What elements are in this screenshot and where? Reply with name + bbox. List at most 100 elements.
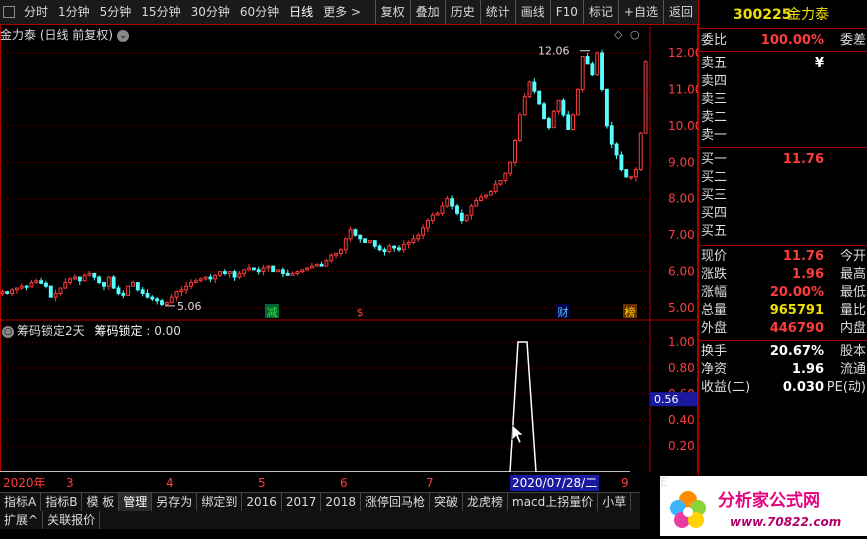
indicator-tick-label: 1.00 <box>668 335 695 349</box>
candle-body <box>643 61 648 134</box>
period-3[interactable]: 15分钟 <box>136 0 185 24</box>
period-7[interactable]: 更多 > <box>318 0 366 24</box>
formula-tab-4[interactable]: 另存为 <box>152 493 198 511</box>
candle-body <box>585 56 590 65</box>
quote-row-1: 涨跌 1.96 最高 <box>701 267 866 282</box>
candle-body <box>367 240 372 243</box>
indicator-tick-label: 0.80 <box>668 361 695 375</box>
candle-body <box>561 99 566 116</box>
candle-body <box>324 260 329 267</box>
formula-tab-6[interactable]: 2016 <box>242 493 282 511</box>
toolbar-action-6[interactable]: 标记 <box>582 0 618 24</box>
candle-body <box>193 280 198 284</box>
candle-body <box>39 280 44 284</box>
candle-body <box>556 99 561 112</box>
sell-row-4: 卖一 <box>701 128 728 143</box>
candle-body <box>430 214 435 222</box>
date-label-4: 6 <box>340 476 348 490</box>
toolbar-action-5[interactable]: F10 <box>549 0 583 24</box>
candle-body <box>19 285 24 289</box>
candle-body <box>314 263 319 267</box>
candle-body <box>77 276 82 282</box>
candle-body <box>363 238 368 243</box>
buy-row-2: 买三 <box>701 188 728 203</box>
axis-right-tag: E <box>660 475 668 489</box>
candle-body <box>498 180 503 185</box>
candle-body <box>92 272 97 278</box>
formula-tab-10[interactable]: 突破 <box>430 493 463 511</box>
circle-icon: ○ <box>630 28 640 41</box>
period-6[interactable]: 日线 <box>284 0 318 24</box>
formula-tab-9[interactable]: 涨停回马枪 <box>361 493 430 511</box>
candle-body <box>474 200 479 207</box>
candle-body <box>566 114 571 130</box>
period-5[interactable]: 60分钟 <box>235 0 284 24</box>
formula-tab-13[interactable]: 小草 <box>598 493 632 511</box>
toolbar-action-0[interactable]: 复权 <box>374 0 410 24</box>
period-2[interactable]: 5分钟 <box>95 0 137 24</box>
formula-tab-8[interactable]: 2018 <box>321 493 361 511</box>
quote-row-2: 涨幅 20.00% 最低 <box>701 285 866 300</box>
price-tick-label: 7.00 <box>668 228 695 242</box>
formula-tab-2[interactable]: 模 板 <box>82 493 120 511</box>
candle-body <box>503 172 508 181</box>
candle-body <box>29 282 34 288</box>
toolbar-action-1[interactable]: 叠加 <box>409 0 445 24</box>
formula-tabs: 指标A 指标B 模 板管理 另存为 绑定到 2016 2017 2018 涨停回马枪 突破 龙虎榜 m… <box>0 492 640 511</box>
toolbar-action-4[interactable]: 画线 <box>514 0 550 24</box>
candle-body <box>479 196 484 202</box>
finance-row-1: 净资 1.96 流通 <box>701 362 866 377</box>
formula-tab-11[interactable]: 龙虎榜 <box>463 493 509 511</box>
period-4[interactable]: 30分钟 <box>186 0 235 24</box>
settings-icon[interactable]: ○ <box>2 325 14 338</box>
indicator-current-label: 0.56 <box>654 393 679 406</box>
price-tick-label: 9.00 <box>668 155 695 169</box>
high-label: 12.06 <box>538 45 570 58</box>
toolbar-action-8[interactable]: 返回 <box>662 0 698 24</box>
formula-tab-5[interactable]: 绑定到 <box>197 493 243 511</box>
candle-body <box>116 287 121 294</box>
date-label-7: 9 <box>621 476 629 490</box>
candle-body <box>614 143 619 156</box>
candle-body <box>387 245 392 253</box>
candle-body <box>10 289 15 294</box>
price-tick-label: 8.00 <box>668 192 695 206</box>
kline-chart[interactable]: 5.00 6.00 7.00 8.00 9.00 10.00 11.00 12.00 12.06… <box>0 24 698 474</box>
toolbar-action-2[interactable]: 历史 <box>444 0 480 24</box>
candle-body <box>537 90 542 105</box>
formula-tab-12[interactable]: macd上拐量价 <box>508 493 599 511</box>
extension-tab-0[interactable]: 扩展^ <box>0 511 44 529</box>
candle-body <box>329 254 334 262</box>
period-0[interactable]: 分时 <box>19 0 53 24</box>
sell-row-2: 卖三 <box>701 92 728 107</box>
event-marker: $ <box>357 306 364 319</box>
price-tick-label: 12.00 <box>668 46 698 60</box>
toolbar-action-3[interactable]: 统计 <box>479 0 515 24</box>
chevron-down-icon[interactable]: ⌄ <box>117 29 129 42</box>
indicator-tick-label: 0.40 <box>668 413 695 427</box>
price-tick-label: 5.00 <box>668 301 695 315</box>
candle-body <box>208 276 213 280</box>
candle-body <box>580 56 585 90</box>
toolbar-actions: 复权 叠加 历史 统计 画线 F10 标记 +自选 返回 <box>374 0 698 24</box>
formula-tab-1[interactable]: 指标B <box>41 493 83 511</box>
candle-body <box>227 271 232 274</box>
extension-tab-1[interactable]: 关联报价 <box>43 511 101 529</box>
candle-body <box>629 176 634 179</box>
formula-tab-0[interactable]: 指标A <box>0 493 42 511</box>
window-box-icon[interactable] <box>3 6 15 18</box>
formula-tab-7[interactable]: 2017 <box>282 493 322 511</box>
candle-body <box>87 272 92 276</box>
candle-body <box>300 269 305 273</box>
candle-body <box>440 205 445 214</box>
candle-body <box>624 169 629 178</box>
candle-body <box>372 240 377 247</box>
price-tick-label: 11.00 <box>668 82 698 96</box>
toolbar-action-7[interactable]: +自选 <box>617 0 663 24</box>
candle-body <box>600 52 605 90</box>
stock-header: 300225 金力泰 <box>699 4 867 26</box>
candle-body <box>435 212 440 216</box>
period-1[interactable]: 1分钟 <box>53 0 95 24</box>
candle-body <box>532 81 537 92</box>
formula-tab-3[interactable]: 管理 <box>119 493 153 511</box>
